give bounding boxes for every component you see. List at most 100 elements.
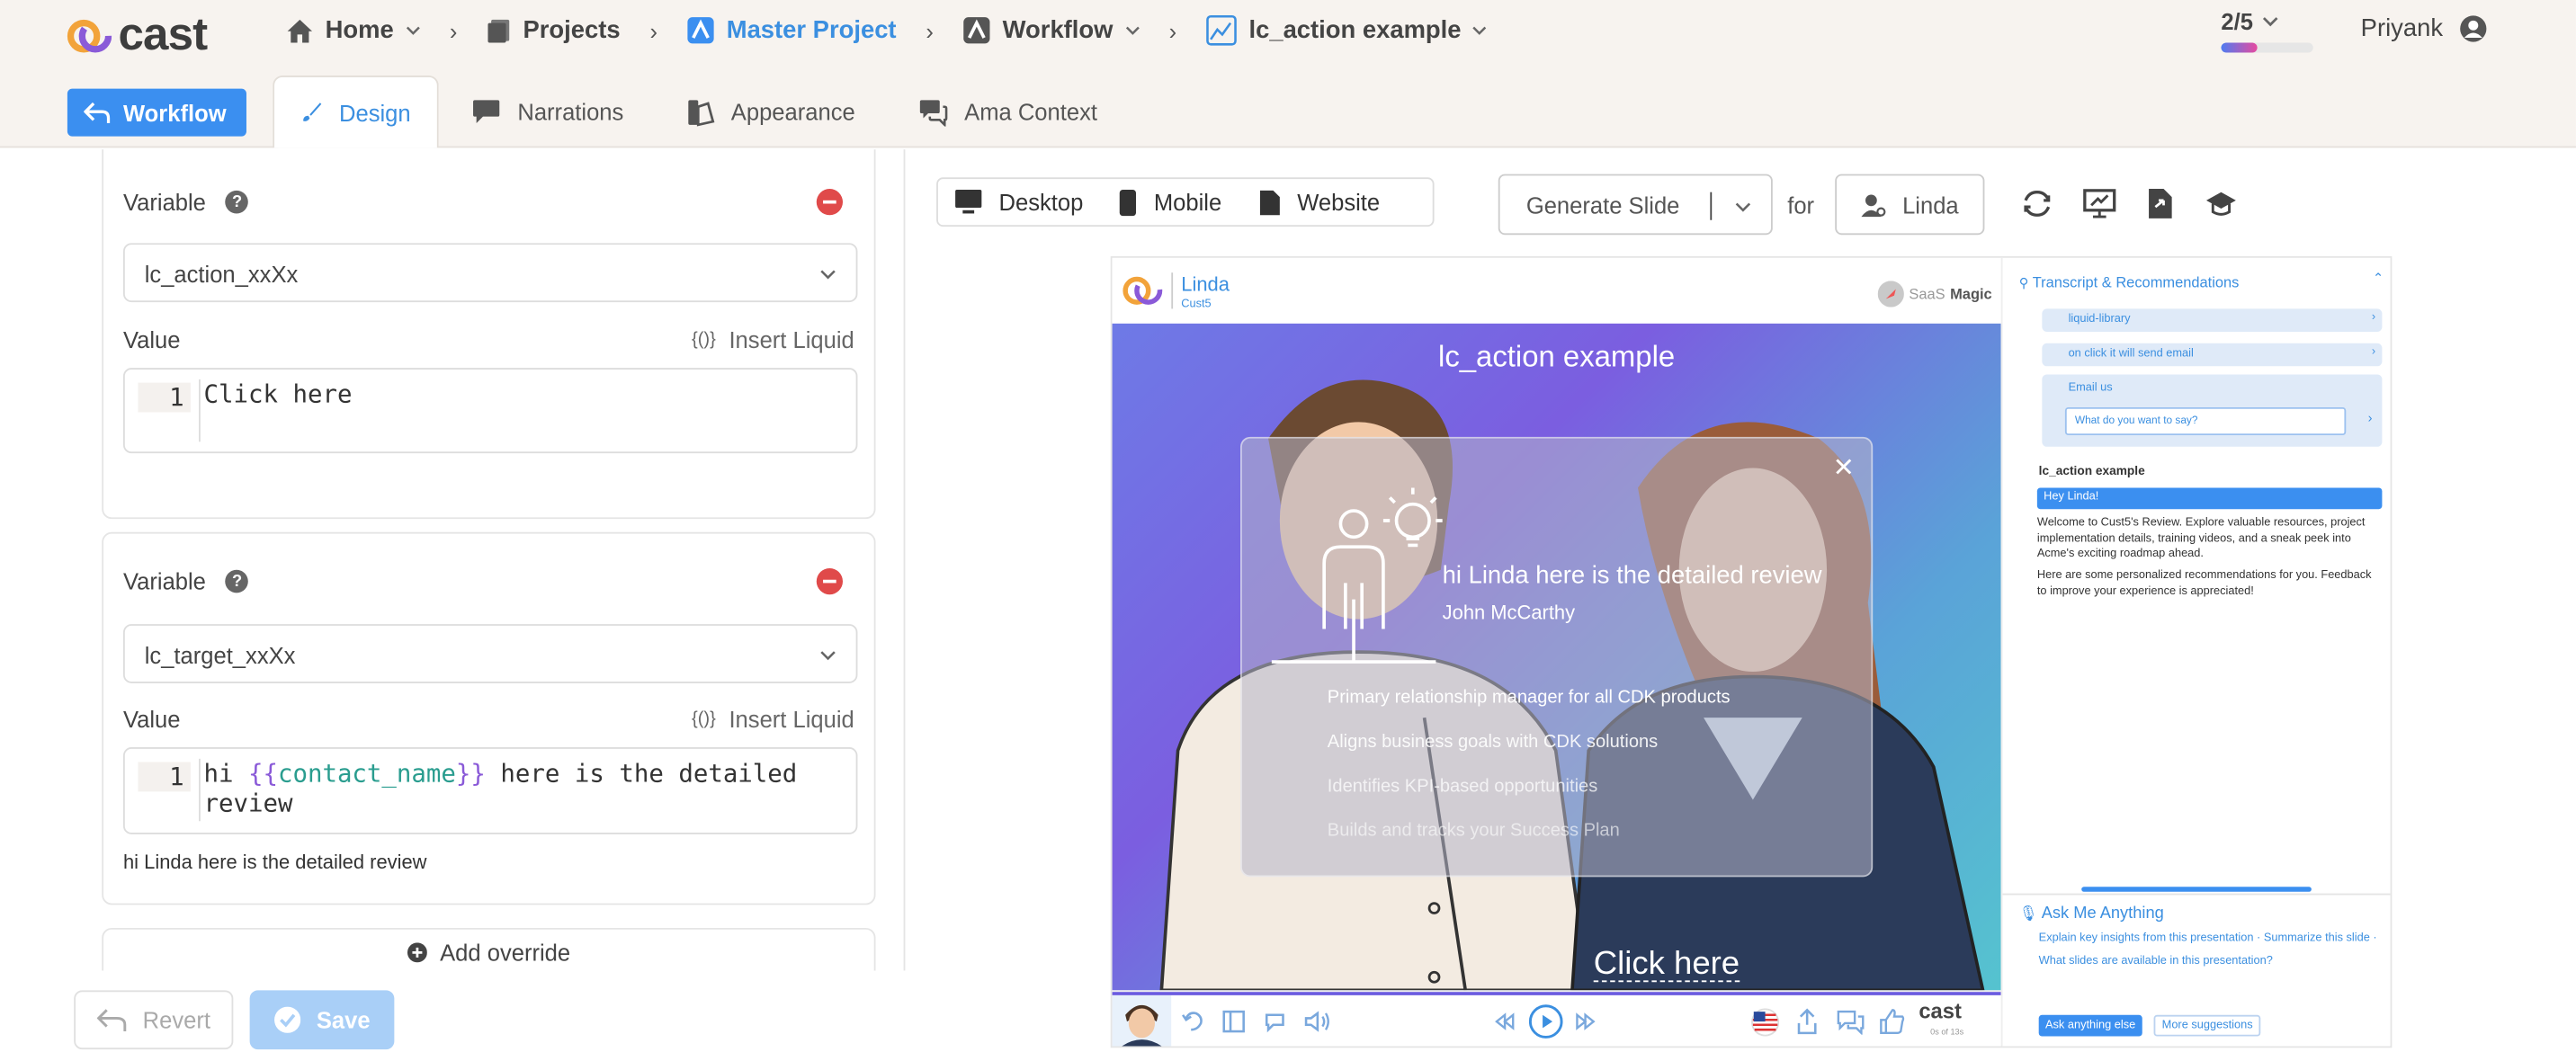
ama-suggestion[interactable]: Explain key insights from this presentat… [2039, 932, 2254, 944]
breadcrumb-slide[interactable]: lc_action example [1206, 14, 1488, 46]
remove-override-button[interactable] [816, 567, 843, 595]
cta-link[interactable]: Click here [1593, 948, 1740, 983]
graduation-cap-icon[interactable] [2205, 187, 2238, 220]
back-to-workflow-label: Workflow [122, 99, 227, 126]
slide-pager[interactable]: 2/5 [2221, 8, 2279, 34]
device-desktop[interactable]: Desktop [938, 179, 1103, 225]
play-icon[interactable] [1528, 1003, 1564, 1039]
device-mobile[interactable]: Mobile [1103, 179, 1241, 225]
breadcrumb-workflow[interactable]: Workflow [963, 16, 1140, 44]
rewind-icon[interactable] [1495, 1012, 1515, 1031]
variable-label-text: Variable [122, 567, 206, 595]
email-message-input[interactable]: What do you want to say? [2064, 406, 2347, 436]
tab-design[interactable]: Design [273, 76, 439, 148]
chat-icon [473, 100, 500, 123]
transcript-scrollbar[interactable] [2081, 887, 2312, 892]
slide-canvas[interactable]: lc_action example ✕ hi Linda here is the… [1112, 323, 2001, 991]
variable-select[interactable]: lc_target_xxXx [122, 624, 858, 683]
insert-liquid-button[interactable]: {()} Insert Liquid [692, 326, 854, 352]
value-label: Value [122, 326, 181, 353]
persona-select[interactable]: Linda [1835, 174, 1985, 236]
breadcrumb-separator: › [649, 17, 658, 44]
chevron-down-icon [820, 270, 836, 280]
transcript-panel-title[interactable]: ⚲ Transcript & Recommendations [2019, 274, 2240, 290]
save-button[interactable]: Save [249, 990, 395, 1050]
ama-suggestion[interactable]: What slides are available in this presen… [2039, 956, 2273, 967]
breadcrumb-projects[interactable]: Projects [487, 16, 621, 44]
export-file-icon[interactable] [2145, 187, 2175, 220]
generate-slide-dropdown[interactable]: Generate Slide [1498, 174, 1773, 236]
send-icon[interactable]: › [2368, 411, 2373, 425]
recommendation-send-email[interactable]: on click it will send email › [2042, 343, 2383, 367]
ask-anything-button[interactable]: Ask anything else [2038, 1014, 2142, 1037]
presenter-avatar[interactable] [1112, 994, 1172, 1048]
transcript-panel: ⚲ Transcript & Recommendations ⌃ liquid-… [2000, 257, 2391, 1047]
user-menu[interactable]: Priyank [2361, 14, 2488, 42]
layout-icon[interactable] [1222, 1010, 1246, 1033]
pager-progress-fill [2221, 42, 2258, 53]
transcript-slide-title: lc_action example [2038, 463, 2145, 478]
us-flag-icon[interactable] [1751, 1008, 1780, 1037]
ama-title: 🎙 Ask Me Anything [2019, 905, 2164, 923]
remove-override-button[interactable] [816, 189, 843, 216]
profile-bullet: Aligns business goals with CDK solutions [1327, 732, 1659, 753]
code-line[interactable]: Click here [199, 379, 839, 442]
add-override-button[interactable]: Add override [102, 927, 876, 971]
tab-narrations[interactable]: Narrations [471, 76, 623, 147]
value-label: Value [122, 706, 181, 733]
comments-icon[interactable] [1837, 1008, 1865, 1035]
chevron-down-icon [1125, 26, 1139, 35]
close-icon[interactable]: ✕ [1833, 451, 1855, 485]
value-code-editor[interactable]: 1 Click here [122, 368, 858, 454]
tab-ama-context[interactable]: Ama Context [918, 76, 1097, 147]
viewer-account: Cust5 [1181, 299, 1212, 311]
app-logo[interactable]: cast [66, 8, 208, 60]
collapse-icon[interactable]: ⌃ [2373, 271, 2384, 285]
rocket-icon [1877, 281, 1904, 308]
player-brand: cast [1919, 998, 1962, 1023]
for-label: for [1787, 192, 1815, 218]
thumbs-up-icon[interactable] [1880, 1008, 1906, 1035]
code-line[interactable]: hi {{contact_name}} here is the detailed… [199, 758, 839, 822]
tab-appearance[interactable]: Appearance [686, 76, 855, 147]
caption-icon[interactable] [1264, 1010, 1287, 1033]
help-icon[interactable]: ? [225, 190, 249, 214]
share-icon[interactable] [1795, 1008, 1819, 1035]
save-label: Save [316, 1006, 371, 1033]
recommendation-liquid-library[interactable]: liquid-library › [2042, 308, 2383, 332]
help-icon[interactable]: ? [225, 569, 249, 593]
device-website[interactable]: Website [1241, 179, 1400, 225]
home-icon [287, 19, 313, 42]
liquid-variable: contact_name [277, 758, 456, 789]
volume-icon[interactable] [1304, 1010, 1330, 1033]
transcript-paragraph: Welcome to Cust5's Review. Explore valua… [2036, 517, 2366, 560]
liquid-brace: }} [455, 758, 486, 789]
top-bar: cast Home › Projects › Master Project › … [0, 0, 2576, 148]
tab-label: Design [339, 99, 411, 126]
pager-progress [2221, 42, 2313, 53]
person-idea-icon [1271, 487, 1443, 664]
back-to-workflow-button[interactable]: Workflow [67, 88, 246, 137]
refresh-icon[interactable] [2021, 187, 2054, 220]
revert-button[interactable]: Revert [74, 990, 234, 1050]
ama-suggestion[interactable]: Summarize this slide [2264, 932, 2370, 944]
cursor-bar [1710, 192, 1713, 220]
breadcrumb-home[interactable]: Home [286, 16, 420, 44]
back-arrow-icon [84, 101, 111, 123]
value-code-editor[interactable]: 1 hi {{contact_name}} here is the detail… [122, 747, 858, 834]
action-bar: Revert Save [74, 990, 395, 1050]
more-suggestions-button[interactable]: More suggestions [2153, 1014, 2261, 1037]
variable-select[interactable]: lc_action_xxXx [122, 243, 858, 303]
replay-icon[interactable] [1181, 1010, 1204, 1033]
persona-name: Linda [1902, 191, 1959, 218]
overrides-panel[interactable]: Variable ? lc_action_xxXx Value {()} Ins… [74, 149, 903, 971]
fast-forward-icon[interactable] [1576, 1012, 1596, 1031]
desktop-icon [955, 189, 982, 214]
slide-title: lc_action example [1438, 340, 1676, 373]
chevron-down-icon [406, 26, 420, 35]
microphone-icon: 🎙 [2018, 905, 2038, 922]
breadcrumb-master-project[interactable]: Master Project [687, 16, 897, 44]
insert-liquid-button[interactable]: {()} Insert Liquid [692, 706, 854, 732]
cast-logo-icon [1123, 276, 1163, 305]
presentation-icon[interactable] [2083, 187, 2116, 220]
